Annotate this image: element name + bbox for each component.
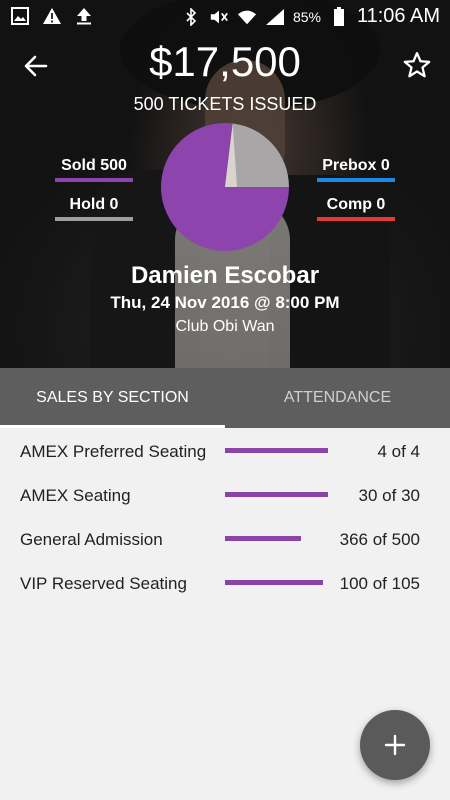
image-icon	[10, 6, 30, 26]
legend-hold-label: Hold 0	[69, 196, 119, 213]
tickets-issued: 500 TICKETS ISSUED	[133, 94, 317, 114]
section-progress-fill	[225, 492, 328, 497]
legend-prebox-label: Prebox 0	[322, 157, 390, 174]
section-count: 100 of 105	[339, 574, 420, 593]
section-count: 30 of 30	[358, 486, 420, 505]
section-progress-fill	[225, 580, 323, 585]
section-progress-bar	[225, 448, 330, 453]
wifi-icon	[237, 7, 257, 27]
section-count: 366 of 500	[339, 530, 420, 549]
legend-prebox: Prebox 0	[317, 157, 395, 182]
signal-icon	[265, 7, 285, 27]
tab-attendance[interactable]: ATTENDANCE	[225, 368, 450, 428]
list-item[interactable]: VIP Reserved Seating 100 of 105	[0, 560, 450, 604]
legend-comp: Comp 0	[317, 196, 395, 221]
legend-comp-swatch	[317, 217, 395, 221]
legend-prebox-swatch	[317, 178, 395, 182]
bluetooth-icon	[181, 7, 201, 27]
ticket-pie-chart	[161, 123, 289, 251]
plus-icon	[384, 734, 406, 756]
clock: 11:06 AM	[356, 5, 440, 27]
list-item[interactable]: AMEX Seating 30 of 30	[0, 472, 450, 516]
section-progress-bar	[225, 492, 330, 497]
list-item[interactable]: AMEX Preferred Seating 4 of 4	[0, 428, 450, 472]
legend-comp-label: Comp 0	[326, 196, 386, 213]
warning-icon	[42, 6, 62, 26]
section-progress-bar	[225, 536, 330, 541]
event-venue: Club Obi Wan	[175, 318, 275, 335]
legend-hold: Hold 0	[55, 196, 133, 221]
section-sales-list: AMEX Preferred Seating 4 of 4 AMEX Seating…	[0, 428, 450, 604]
event-datetime: Thu, 24 Nov 2016 @ 8:00 PM	[110, 293, 340, 312]
section-name: AMEX Preferred Seating	[20, 442, 207, 461]
list-item[interactable]: General Admission 366 of 500	[0, 516, 450, 560]
add-button[interactable]	[360, 710, 430, 780]
upload-icon	[74, 6, 94, 26]
section-name: General Admission	[20, 530, 163, 549]
mute-icon	[209, 7, 229, 27]
section-progress-bar	[225, 580, 330, 585]
section-progress-fill	[225, 536, 301, 541]
battery-icon	[329, 6, 349, 27]
status-bar: 85% 11:06 AM	[0, 0, 450, 32]
tab-sales-by-section[interactable]: SALES BY SECTION	[0, 368, 225, 428]
legend-hold-swatch	[55, 217, 133, 221]
section-name: VIP Reserved Seating	[20, 574, 187, 593]
legend-sold-label: Sold 500	[61, 157, 127, 174]
battery-percent: 85%	[292, 8, 321, 25]
artist-name: Damien Escobar	[130, 262, 320, 289]
revenue-amount: $17,500	[149, 38, 301, 85]
tab-bar: SALES BY SECTION ATTENDANCE	[0, 368, 450, 428]
legend-sold-swatch	[55, 178, 133, 182]
legend-sold: Sold 500	[55, 157, 133, 182]
section-progress-fill	[225, 448, 328, 453]
section-count: 4 of 4	[377, 442, 420, 461]
section-name: AMEX Seating	[20, 486, 131, 505]
